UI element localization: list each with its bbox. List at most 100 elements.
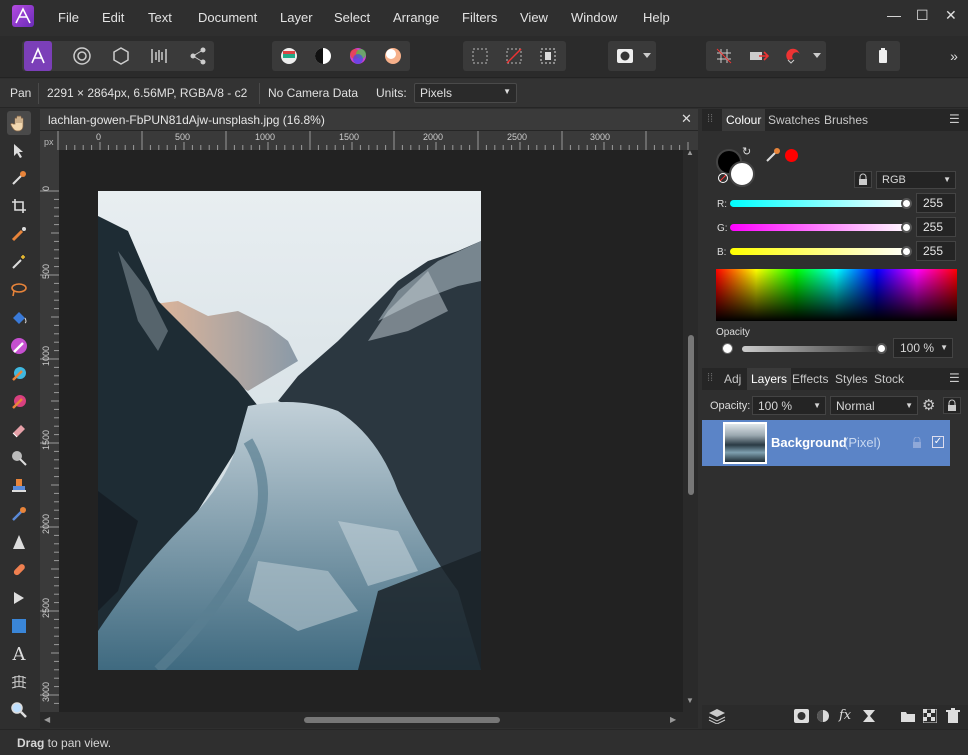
document-tab[interactable]: lachlan-gowen-FbPUN81dAjw-unsplash.jpg (… bbox=[40, 109, 698, 131]
fx-icon[interactable]: fx bbox=[839, 708, 851, 723]
menu-select[interactable]: Select bbox=[334, 10, 370, 25]
toolbar-overflow-icon[interactable]: » bbox=[940, 41, 968, 71]
tab-stock[interactable]: Stock bbox=[874, 372, 904, 386]
node-tool-icon[interactable] bbox=[7, 586, 31, 610]
blue-slider-knob[interactable] bbox=[901, 246, 912, 257]
clone-brush-tool-icon[interactable] bbox=[7, 474, 31, 498]
menu-file[interactable]: File bbox=[58, 10, 79, 25]
live-filter-icon[interactable] bbox=[862, 709, 876, 726]
pixel-tool-icon[interactable] bbox=[7, 390, 31, 414]
add-mask-icon[interactable] bbox=[794, 709, 809, 726]
no-colour-icon[interactable] bbox=[718, 173, 728, 183]
delete-layer-trash-icon[interactable] bbox=[946, 708, 960, 727]
liquify-persona-icon[interactable] bbox=[68, 41, 96, 71]
picked-colour-swatch[interactable] bbox=[785, 149, 798, 162]
levels-icon[interactable] bbox=[275, 41, 303, 71]
horizontal-scrollbar[interactable]: ◀ ▶ bbox=[40, 712, 698, 728]
colour-spectrum[interactable] bbox=[716, 269, 957, 321]
menu-arrange[interactable]: Arrange bbox=[393, 10, 439, 25]
artistic-text-tool-icon[interactable]: A bbox=[7, 642, 31, 666]
deselect-icon[interactable] bbox=[500, 41, 528, 71]
snapping-dropdown-icon[interactable] bbox=[810, 41, 824, 71]
white-balance-icon[interactable] bbox=[379, 41, 407, 71]
colour-picker-tool-icon[interactable] bbox=[7, 166, 31, 190]
adjustment-icon[interactable] bbox=[816, 709, 830, 726]
menu-filters[interactable]: Filters bbox=[462, 10, 497, 25]
opacity-slider-knob[interactable] bbox=[876, 343, 887, 354]
force-pixel-alignment-icon[interactable] bbox=[745, 41, 773, 71]
vertical-scrollbar[interactable]: ▲ ▼ bbox=[683, 148, 698, 712]
scroll-up-icon[interactable]: ▲ bbox=[686, 148, 694, 157]
minimize-button[interactable]: — bbox=[887, 7, 901, 23]
tone-mapping-persona-icon[interactable] bbox=[145, 41, 173, 71]
tab-styles[interactable]: Styles bbox=[835, 372, 868, 386]
layer-lock-icon[interactable] bbox=[911, 436, 923, 452]
flood-select-tool-icon[interactable] bbox=[7, 250, 31, 274]
move-tool-icon[interactable] bbox=[7, 139, 31, 163]
layer-visibility-checkbox[interactable]: ✓ bbox=[932, 436, 944, 448]
close-document-icon[interactable]: ✕ bbox=[681, 111, 692, 127]
panel-grip-icon[interactable]: ⁞⁞ bbox=[707, 372, 713, 384]
scroll-right-icon[interactable]: ▶ bbox=[670, 715, 676, 724]
healing-brush-tool-icon[interactable] bbox=[7, 558, 31, 582]
contrast-icon[interactable] bbox=[309, 41, 337, 71]
layer-opacity-input[interactable]: 100 % ▼ bbox=[752, 396, 826, 415]
crop-tool-icon[interactable] bbox=[7, 194, 31, 218]
colour-balance-icon[interactable] bbox=[344, 41, 372, 71]
tab-colour[interactable]: Colour bbox=[722, 109, 766, 131]
tab-effects[interactable]: Effects bbox=[792, 372, 828, 386]
red-slider[interactable] bbox=[730, 200, 910, 207]
blend-mode-select[interactable]: Normal ▼ bbox=[830, 396, 918, 415]
quick-mask-icon[interactable] bbox=[611, 41, 639, 71]
panel-menu-icon[interactable]: ☰ bbox=[949, 371, 960, 385]
menu-text[interactable]: Text bbox=[148, 10, 172, 25]
menu-window[interactable]: Window bbox=[571, 10, 617, 25]
assistant-icon[interactable] bbox=[869, 41, 897, 71]
affinity-photo-logo-icon[interactable] bbox=[12, 5, 34, 27]
tab-brushes[interactable]: Brushes bbox=[824, 113, 868, 127]
green-slider[interactable] bbox=[730, 224, 910, 231]
lock-icon[interactable] bbox=[854, 171, 872, 188]
zoom-tool-icon[interactable] bbox=[7, 698, 31, 722]
invert-selection-icon[interactable] bbox=[534, 41, 562, 71]
menu-edit[interactable]: Edit bbox=[102, 10, 124, 25]
colour-replacement-tool-icon[interactable] bbox=[7, 362, 31, 386]
snapping-magnet-icon[interactable] bbox=[780, 41, 808, 71]
add-group-folder-icon[interactable] bbox=[901, 710, 915, 725]
quick-mask-dropdown-icon[interactable] bbox=[640, 41, 654, 71]
dodge-tool-icon[interactable] bbox=[7, 446, 31, 470]
red-slider-knob[interactable] bbox=[901, 198, 912, 209]
view-tool-hand-icon[interactable] bbox=[7, 111, 31, 135]
panel-grip-icon[interactable]: ⁞⁞ bbox=[707, 113, 713, 125]
tab-swatches[interactable]: Swatches bbox=[768, 113, 820, 127]
green-slider-knob[interactable] bbox=[901, 222, 912, 233]
close-window-button[interactable]: ✕ bbox=[945, 7, 957, 24]
selection-brush-tool-icon[interactable] bbox=[7, 222, 31, 246]
layer-row-background[interactable]: Background (Pixel) ✓ bbox=[702, 420, 950, 466]
units-select[interactable]: Pixels ▼ bbox=[414, 83, 517, 103]
paint-brush-tool-icon[interactable] bbox=[7, 334, 31, 358]
maximize-button[interactable]: ☐ bbox=[916, 7, 929, 24]
scroll-left-icon[interactable]: ◀ bbox=[44, 715, 50, 724]
green-value-input[interactable]: 255 bbox=[916, 217, 956, 237]
scroll-down-icon[interactable]: ▼ bbox=[686, 696, 694, 705]
opacity-input[interactable]: 100 % ▼ bbox=[893, 338, 953, 358]
tab-layers[interactable]: Layers bbox=[747, 368, 792, 390]
mesh-warp-tool-icon[interactable] bbox=[7, 670, 31, 694]
photo-persona-icon[interactable] bbox=[24, 41, 52, 71]
lock-layer-icon[interactable] bbox=[943, 397, 961, 414]
eyedropper-icon[interactable] bbox=[764, 146, 782, 167]
blue-value-input[interactable]: 255 bbox=[916, 241, 956, 261]
menu-view[interactable]: View bbox=[520, 10, 548, 25]
document-image-fjord-photo[interactable] bbox=[98, 191, 481, 670]
opacity-slider[interactable] bbox=[742, 346, 878, 352]
fill-tool-icon[interactable] bbox=[7, 306, 31, 330]
horizontal-scroll-thumb[interactable] bbox=[304, 717, 500, 723]
vertical-scroll-thumb[interactable] bbox=[688, 335, 694, 495]
layer-settings-gear-icon[interactable]: ⚙ bbox=[922, 396, 935, 414]
layers-stack-icon[interactable] bbox=[708, 708, 726, 727]
rectangle-tool-icon[interactable] bbox=[7, 614, 31, 638]
menu-document[interactable]: Document bbox=[198, 10, 257, 25]
colour-mode-select[interactable]: RGB ▼ bbox=[876, 171, 956, 189]
blue-slider[interactable] bbox=[730, 248, 910, 255]
